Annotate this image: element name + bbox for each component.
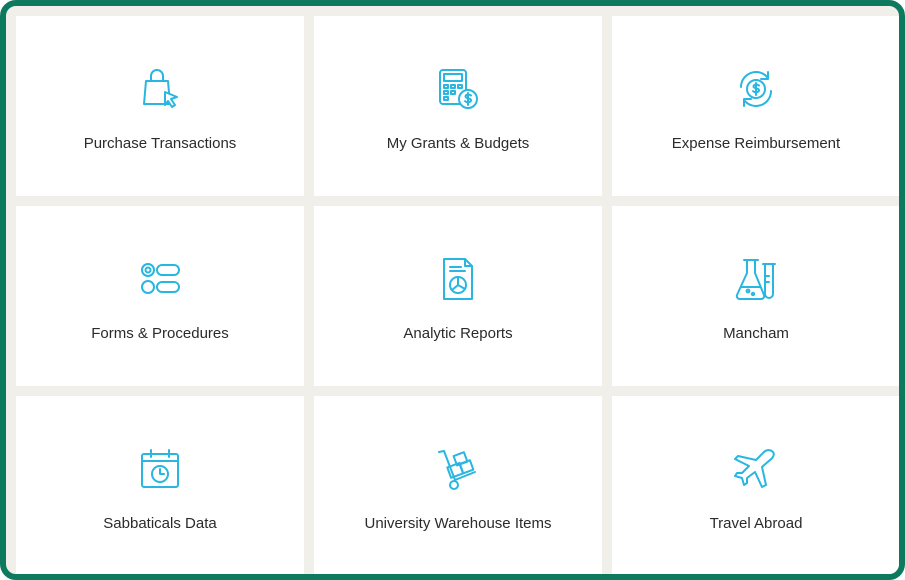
tile-my-grants-budgets[interactable]: My Grants & Budgets (314, 16, 602, 196)
report-chart-icon (435, 256, 481, 302)
calculator-dollar-icon (435, 66, 481, 112)
tile-travel-abroad[interactable]: Travel Abroad (612, 396, 899, 574)
tile-purchase-transactions[interactable]: Purchase Transactions (16, 16, 304, 196)
tile-university-warehouse-items[interactable]: University Warehouse Items (314, 396, 602, 574)
tile-forms-procedures[interactable]: Forms & Procedures (16, 206, 304, 386)
tile-mancham[interactable]: Mancham (612, 206, 899, 386)
tile-label: Travel Abroad (709, 515, 803, 532)
calendar-clock-icon (137, 446, 183, 492)
lab-flask-icon (733, 256, 779, 302)
tile-label: University Warehouse Items (364, 515, 552, 532)
tile-label: My Grants & Budgets (386, 135, 530, 152)
tile-sabbaticals-data[interactable]: Sabbaticals Data (16, 396, 304, 574)
tile-label: Analytic Reports (403, 325, 513, 342)
dashboard-frame: Purchase Transactions My Grants & Budget… (0, 0, 905, 580)
tile-label: Expense Reimbursement (671, 135, 841, 152)
shopping-bag-cursor-icon (137, 66, 183, 112)
form-options-icon (137, 256, 183, 302)
hand-truck-boxes-icon (435, 446, 481, 492)
airplane-icon (733, 446, 779, 492)
tile-label: Mancham (723, 325, 789, 342)
tile-label: Forms & Procedures (91, 325, 229, 342)
tile-expense-reimbursement[interactable]: Expense Reimbursement (612, 16, 899, 196)
tile-label: Purchase Transactions (83, 135, 237, 152)
tile-label: Sabbaticals Data (103, 515, 217, 532)
tile-grid: Purchase Transactions My Grants & Budget… (16, 16, 899, 574)
tile-analytic-reports[interactable]: Analytic Reports (314, 206, 602, 386)
refund-cycle-dollar-icon (733, 66, 779, 112)
